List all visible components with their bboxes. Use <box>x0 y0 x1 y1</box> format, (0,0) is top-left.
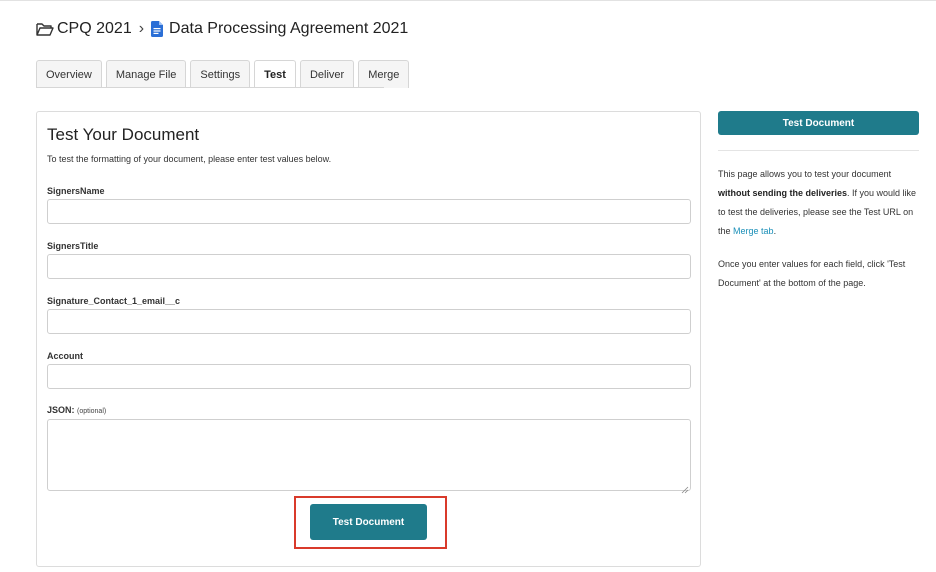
merge-tab-link[interactable]: Merge tab <box>733 226 774 236</box>
json-label: JSON: (optional) <box>47 405 106 415</box>
sidebar-help-text-c: . <box>773 226 777 236</box>
tab-settings[interactable]: Settings <box>190 60 251 88</box>
signers-name-label: SignersName <box>47 186 105 196</box>
signature-contact-email-input[interactable] <box>47 309 691 334</box>
sidebar-help-text-a: This page allows you to test your docume… <box>718 169 892 179</box>
tab-deliver[interactable]: Deliver <box>299 60 355 88</box>
json-label-text: JSON: <box>47 405 75 415</box>
sidebar-divider <box>718 150 919 151</box>
breadcrumb: CPQ 2021 › Data Processing Agreement 202… <box>36 18 408 40</box>
breadcrumb-document: Data Processing Agreement 2021 <box>169 20 409 37</box>
signers-title-label: SignersTitle <box>47 241 99 251</box>
top-divider <box>0 0 936 1</box>
json-optional-hint: (optional) <box>77 408 107 415</box>
resize-handle-icon[interactable] <box>681 481 689 494</box>
account-input[interactable] <box>47 364 691 389</box>
tab-test[interactable]: Test <box>254 60 296 88</box>
sidebar-help-paragraph-1: This page allows you to test your docume… <box>718 165 923 241</box>
panel-title: Test Your Document <box>47 125 200 144</box>
test-document-panel: Test Your Document To test the formattin… <box>36 111 701 567</box>
test-document-button[interactable]: Test Document <box>310 504 427 540</box>
google-doc-icon <box>151 21 164 37</box>
account-label: Account <box>47 351 83 361</box>
tab-underline <box>36 87 384 88</box>
sidebar-test-document-button[interactable]: Test Document <box>718 111 919 135</box>
breadcrumb-separator: › <box>138 20 145 37</box>
signers-title-input[interactable] <box>47 254 691 279</box>
sidebar-help-paragraph-2: Once you enter values for each field, cl… <box>718 259 906 288</box>
tab-manage-file[interactable]: Manage File <box>105 60 187 88</box>
signers-name-input[interactable] <box>47 199 691 224</box>
tab-bar: Overview Manage File Settings Test Deliv… <box>36 60 413 88</box>
signature-contact-email-label: Signature_Contact_1_email__c <box>47 296 181 306</box>
tab-merge[interactable]: Merge <box>358 60 410 88</box>
folder-open-icon[interactable] <box>36 21 54 37</box>
breadcrumb-root[interactable]: CPQ 2021 <box>57 20 132 38</box>
sidebar-help-bold: without sending the deliveries <box>718 188 848 198</box>
tab-overview[interactable]: Overview <box>36 60 102 88</box>
json-textarea[interactable] <box>47 419 691 491</box>
panel-description: To test the formatting of your document,… <box>47 154 332 164</box>
